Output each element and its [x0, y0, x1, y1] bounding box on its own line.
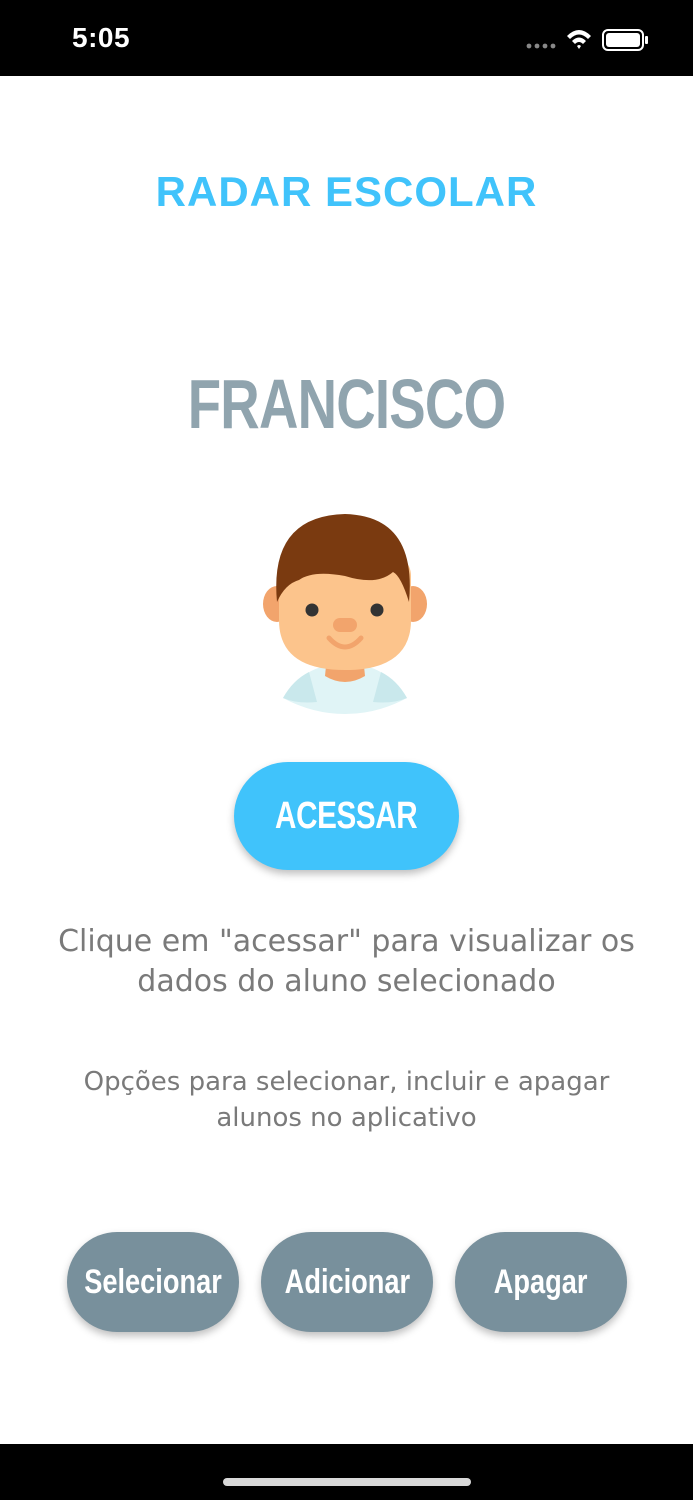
home-indicator[interactable] [223, 1478, 471, 1486]
delete-button-label: Apagar [494, 1262, 588, 1301]
app-title: RADAR ESCOLAR [155, 168, 538, 215]
action-buttons: Selecionar Adicionar Apagar [0, 1232, 693, 1332]
access-button-label: ACESSAR [275, 794, 418, 837]
signal-icon [526, 43, 556, 49]
status-bar: 5:05 [0, 0, 693, 76]
status-time: 5:05 [72, 22, 131, 53]
select-button-label: Selecionar [84, 1262, 222, 1301]
access-button[interactable]: ACESSAR [234, 762, 459, 870]
wifi-icon [567, 30, 591, 49]
battery-icon [602, 29, 648, 51]
boy-avatar-icon [263, 514, 427, 714]
delete-button[interactable]: Apagar [455, 1232, 627, 1332]
student-name: FRANCISCO [187, 365, 506, 443]
main-screen: RADAR ESCOLAR FRANCISCO ACESSAR Clique e… [0, 76, 693, 1444]
options-description: Opções para selecionar, incluir e apagar… [83, 1067, 610, 1133]
status-icons [526, 29, 648, 51]
access-hint: Clique em "acessar" para visualizar os d… [58, 924, 635, 999]
add-button-label: Adicionar [284, 1262, 410, 1301]
select-button[interactable]: Selecionar [67, 1232, 239, 1332]
add-button[interactable]: Adicionar [261, 1232, 433, 1332]
bottom-bar [0, 1444, 693, 1500]
